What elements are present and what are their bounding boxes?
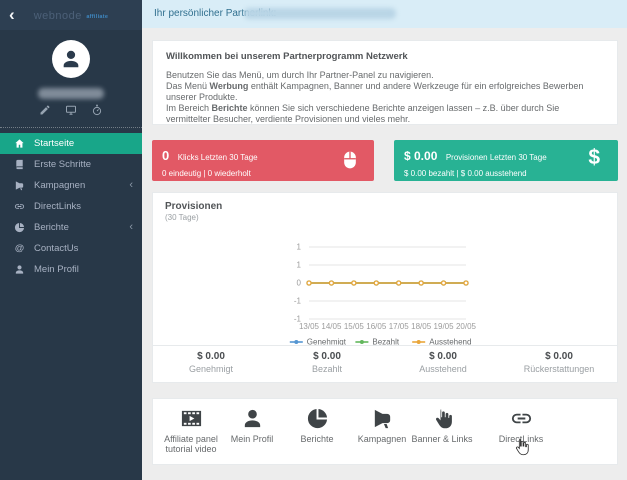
chevron-left-icon: ‹ <box>129 179 133 191</box>
sidebar-item-label: Erste Schritte <box>34 159 92 170</box>
clicks-label: Klicks Letzten 30 Tage <box>177 153 258 162</box>
welcome-line-3: Im Bereich Berichte können Sie sich vers… <box>166 103 560 124</box>
total-bezahlt: $ 0.00 Bezahlt <box>269 346 385 382</box>
provisions-value: $ 0.00 <box>404 149 438 163</box>
sidebar-item-contactus[interactable]: @ ContactUs <box>0 238 142 259</box>
pie-chart-icon <box>307 408 327 429</box>
monitor-icon[interactable] <box>65 104 77 116</box>
total-label: Ausstehend <box>419 364 467 374</box>
svg-text:1: 1 <box>297 261 302 270</box>
sidebar-header: ‹ webnode affiliate <box>0 0 142 30</box>
svg-text:1: 1 <box>297 243 302 252</box>
provisions-stat-card: $ 0.00 Provisionen Letzten 30 Tage $ 0.0… <box>394 140 618 181</box>
clicks-value-row: 0 Klicks Letzten 30 Tage <box>162 147 364 165</box>
edit-pencil-icon[interactable] <box>39 104 51 116</box>
sidebar-item-label: ContactUs <box>34 243 79 254</box>
avatar <box>52 40 90 78</box>
sidebar-item-erste-schritte[interactable]: Erste Schritte <box>0 154 142 175</box>
user-icon <box>63 50 79 68</box>
stopwatch-icon[interactable] <box>91 104 103 116</box>
sidebar-item-label: Kampagnen <box>34 180 86 191</box>
provisions-label: Provisionen Letzten 30 Tage <box>445 153 547 162</box>
sidebar-item-mein-profil[interactable]: Mein Profil <box>0 259 142 280</box>
provisions-line-chart: 1 1 0 -1 -1 13/05 14/05 15/05 16/05 17/05 18/05 19/… <box>153 193 617 348</box>
sidebar: ‹ webnode affiliate Startseite Erste Sch… <box>0 0 142 480</box>
total-value: $ 0.00 <box>197 351 225 362</box>
clicks-value: 0 <box>162 148 170 163</box>
mouse-icon <box>340 148 360 172</box>
logo-suffix: affiliate <box>86 14 109 20</box>
clicks-sub: 0 eindeutig | 0 wiederholt <box>162 169 251 178</box>
welcome-panel: Willkommen bei unserem Partnerprogramm N… <box>152 40 618 125</box>
chevron-left-icon: ‹ <box>129 221 133 233</box>
book-icon <box>13 159 26 170</box>
sidebar-item-directlinks[interactable]: DirectLinks <box>0 196 142 217</box>
total-label: Bezahlt <box>311 364 343 374</box>
dollar-icon: $ <box>588 146 600 169</box>
total-ausstehend: $ 0.00 Ausstehend <box>385 346 501 382</box>
sidebar-item-kampagnen[interactable]: Kampagnen ‹ <box>0 175 142 196</box>
sidebar-divider <box>0 127 142 128</box>
svg-text:15/05: 15/05 <box>344 322 365 331</box>
shortcuts-panel: Affiliate panel tutorial video Mein Prof… <box>152 398 618 465</box>
total-genehmigt: $ 0.00 Genehmigt <box>153 346 269 382</box>
sidebar-item-label: DirectLinks <box>34 201 81 212</box>
film-icon <box>181 410 201 427</box>
sidebar-item-berichte[interactable]: Berichte ‹ <box>0 217 142 238</box>
home-icon <box>13 138 26 149</box>
sidebar-item-label: Berichte <box>34 222 69 233</box>
mouse-cursor-icon <box>512 437 532 457</box>
sidebar-item-label: Startseite <box>34 138 75 149</box>
sidebar-menu: Startseite Erste Schritte Kampagnen ‹ Di… <box>0 133 142 280</box>
link-icon <box>13 201 26 212</box>
svg-text:16/05: 16/05 <box>366 322 387 331</box>
shortcut-label: Banner & Links <box>411 434 473 444</box>
total-value: $ 0.00 <box>313 351 341 362</box>
user-icon <box>13 264 26 275</box>
clicks-stat-card: 0 Klicks Letzten 30 Tage 0 eindeutig | 0… <box>152 140 374 181</box>
topbar: Ihr persönlicher Partnerlink: <box>142 0 627 28</box>
svg-text:13/05: 13/05 <box>299 322 320 331</box>
hand-click-icon <box>435 409 452 429</box>
at-icon: @ <box>14 243 25 254</box>
total-value: $ 0.00 <box>429 351 457 362</box>
megaphone-icon <box>374 409 390 429</box>
pie-chart-icon <box>13 222 26 233</box>
provisions-sub: $ 0.00 bezahlt | $ 0.00 ausstehend <box>404 169 527 178</box>
total-label: Genehmigt <box>188 364 234 374</box>
provisions-chart-panel: Provisionen (30 Tage) 1 1 0 -1 -1 13/05 14/05 1… <box>152 192 618 383</box>
welcome-line-1: Benutzen Sie das Menü, um durch Ihr Part… <box>166 70 434 80</box>
affiliate-dashboard: { "colors": { "sidebar_bg": "#283848", "… <box>0 0 627 480</box>
welcome-title: Willkommen bei unserem Partnerprogramm N… <box>166 51 408 62</box>
logo-text: webnode <box>33 10 82 22</box>
sidebar-item-startseite[interactable]: Startseite <box>0 133 142 154</box>
svg-text:14/05: 14/05 <box>321 322 342 331</box>
sidebar-item-label: Mein Profil <box>34 264 79 275</box>
webnode-logo: webnode affiliate <box>0 0 142 30</box>
svg-text:-1: -1 <box>294 297 302 306</box>
user-icon <box>244 409 260 428</box>
total-label: Rückerstattungen <box>523 364 595 374</box>
shortcut-banner-links[interactable]: Banner & Links <box>404 407 480 444</box>
megaphone-icon <box>13 180 26 191</box>
svg-text:17/05: 17/05 <box>389 322 410 331</box>
total-rueckerstattungen: $ 0.00 Rückerstattungen <box>501 346 617 382</box>
svg-text:20/05: 20/05 <box>456 322 477 331</box>
totals-row: $ 0.00 Genehmigt $ 0.00 Bezahlt $ 0.00 A… <box>153 345 617 382</box>
chain-links-icon <box>511 413 531 424</box>
svg-text:0: 0 <box>297 279 302 288</box>
username-redacted <box>38 88 104 99</box>
provisions-value-row: $ 0.00 Provisionen Letzten 30 Tage <box>404 147 608 165</box>
profile-actions <box>0 104 142 116</box>
welcome-line-2: Das Menü Werbung enthält Kampagnen, Bann… <box>166 81 584 102</box>
total-value: $ 0.00 <box>545 351 573 362</box>
svg-text:18/05: 18/05 <box>411 322 432 331</box>
svg-text:19/05: 19/05 <box>434 322 455 331</box>
partnerlink-redacted[interactable] <box>244 8 396 19</box>
